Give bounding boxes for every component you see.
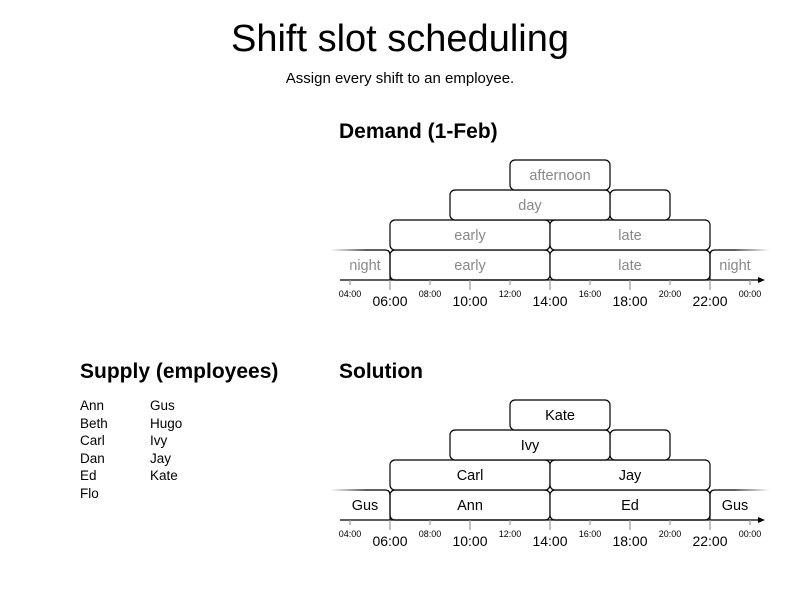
- axis-minor-tick-label: 16:00: [579, 529, 602, 539]
- fade-mask-right: [748, 252, 766, 279]
- demand-diagram: early late night night early late day afternoon…: [330, 159, 770, 309]
- shift-label-afternoon: afternoon: [529, 168, 590, 184]
- axis-major-tick-label: 22:00: [692, 533, 727, 549]
- shift-label-day: Ivy: [521, 438, 540, 454]
- axis-minor-tick-label: 08:00: [419, 289, 442, 299]
- shift-box-afternoon-extension: [609, 429, 671, 461]
- axis-minor-tick-label: 12:00: [499, 529, 522, 539]
- axis-minor-tick-label: 20:00: [659, 529, 682, 539]
- axis-minor-tick-label: 12:00: [499, 289, 522, 299]
- shift-label-afternoon: Kate: [545, 408, 575, 424]
- shift-label-late-2: late: [618, 258, 641, 274]
- axis-minor-tick-label: 04:00: [339, 529, 362, 539]
- shift-label-early-2: Ann: [457, 498, 483, 514]
- shift-label-night-next: night: [719, 258, 750, 274]
- axis-minor-tick-label: 04:00: [339, 289, 362, 299]
- axis-major-tick-label: 06:00: [372, 293, 407, 309]
- axis-minor-tick-label: 16:00: [579, 289, 602, 299]
- axis-major-tick-label: 06:00: [372, 533, 407, 549]
- shift-label-early-1: early: [454, 228, 486, 244]
- shift-box-afternoon-extension: [609, 189, 671, 221]
- axis-major-tick-label: 18:00: [612, 533, 647, 549]
- axis-major-tick-label: 22:00: [692, 293, 727, 309]
- axis-minor-tick-label: 08:00: [419, 529, 442, 539]
- shift-label-early-1: Carl: [457, 468, 484, 484]
- shift-label-day: day: [518, 198, 542, 214]
- shift-diagrams: early late night night early late day afternoon…: [330, 159, 770, 549]
- shift-label-late-2: Ed: [621, 498, 639, 514]
- fade-mask-left: [335, 492, 353, 519]
- axis-minor-tick-label: 00:00: [739, 289, 762, 299]
- axis-major-tick-label: 14:00: [532, 293, 567, 309]
- axis-major-tick-label: 14:00: [532, 533, 567, 549]
- fade-mask-left: [335, 252, 353, 279]
- axis-major-tick-label: 10:00: [452, 293, 487, 309]
- axis-major-tick-label: 18:00: [612, 293, 647, 309]
- solution-diagram: Ann Ed Gus Gus Carl Jay Ivy Kate 04:00 08:00 12:00…: [330, 399, 770, 549]
- fade-mask-right: [748, 492, 766, 519]
- shift-label-late-1: Jay: [619, 468, 642, 484]
- shift-label-early-2: early: [454, 258, 486, 274]
- axis-major-tick-label: 10:00: [452, 533, 487, 549]
- shift-label-night-prev: Gus: [352, 498, 379, 514]
- shift-label-night-next: Gus: [722, 498, 749, 514]
- axis-minor-tick-label: 20:00: [659, 289, 682, 299]
- shift-label-night-prev: night: [349, 258, 380, 274]
- axis-minor-tick-label: 00:00: [739, 529, 762, 539]
- shift-label-late-1: late: [618, 228, 641, 244]
